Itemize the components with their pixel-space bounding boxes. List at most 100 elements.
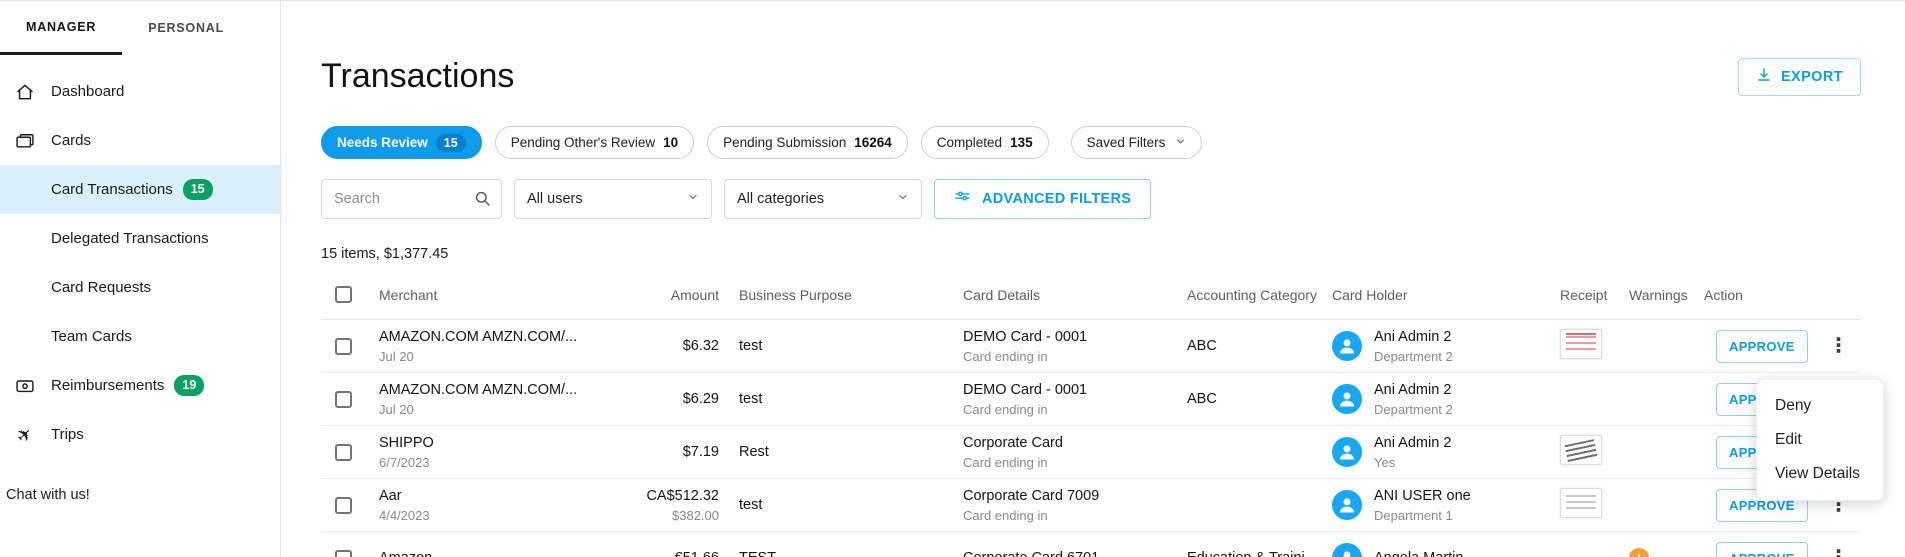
- amount: $7.19: [682, 443, 719, 460]
- transaction-row[interactable]: Amazon €51.66 TEST... Corporate Card 670…: [321, 532, 1861, 557]
- column-header-receipt: Receipt: [1560, 286, 1608, 303]
- kebab-menu-icon[interactable]: [1826, 336, 1852, 356]
- categories-dropdown[interactable]: All categories: [724, 179, 922, 219]
- sidebar-item-card-transactions[interactable]: Card Transactions 15: [0, 165, 280, 214]
- pill-label: Needs Review: [337, 135, 428, 150]
- amount: $6.29: [682, 390, 719, 407]
- transaction-date: 4/4/2023: [379, 507, 430, 523]
- filter-pill-pending-submission[interactable]: Pending Submission 16264: [707, 126, 908, 159]
- page-header: Transactions EXPORT: [321, 57, 1861, 96]
- advanced-filters-button[interactable]: ADVANCED FILTERS: [934, 179, 1152, 219]
- card-holder-name: Angela Martin: [1374, 549, 1463, 557]
- column-header-amount: Amount: [670, 286, 719, 303]
- card-detail-sub: Card ending in: [963, 348, 1048, 364]
- app-window: MANAGER PERSONAL Dashboard Cards Card Tr…: [0, 0, 1905, 557]
- card-holder-name: ANI USER one: [1374, 487, 1471, 504]
- row-checkbox[interactable]: [335, 496, 352, 514]
- menu-item-edit[interactable]: Edit: [1757, 423, 1883, 457]
- sliders-filter-icon: [954, 189, 971, 210]
- business-purpose: test: [739, 391, 763, 407]
- filter-pill-needs-review[interactable]: Needs Review 15: [321, 126, 482, 159]
- avatar: [1332, 384, 1362, 414]
- sidebar-item-label: Delegated Transactions: [51, 230, 209, 247]
- row-checkbox[interactable]: [335, 443, 352, 461]
- airplane-icon: ✈: [12, 422, 38, 447]
- accounting-category: Education & Traini...: [1187, 550, 1332, 557]
- receipt-thumbnail[interactable]: [1560, 329, 1602, 359]
- transaction-row[interactable]: AMAZON.COM AMZN.COM/... Jul 20 $6.29 tes…: [321, 373, 1861, 426]
- row-checkbox[interactable]: [335, 337, 352, 355]
- filter-pill-completed[interactable]: Completed 135: [920, 126, 1049, 159]
- export-label: EXPORT: [1780, 68, 1843, 85]
- chevron-down-icon: [897, 191, 909, 207]
- menu-item-view-details[interactable]: View Details: [1757, 457, 1883, 491]
- pill-label: Pending Submission: [723, 135, 847, 150]
- cards-icon: [13, 131, 37, 151]
- users-dropdown[interactable]: All users: [514, 179, 712, 219]
- sidebar-item-dashboard[interactable]: Dashboard: [0, 67, 280, 116]
- business-purpose: Rest: [739, 444, 769, 460]
- sidebar-item-card-requests[interactable]: Card Requests: [0, 263, 280, 312]
- transaction-date: Jul 20: [379, 348, 414, 364]
- chevron-down-icon: [687, 191, 699, 207]
- sidebar-item-cards[interactable]: Cards: [0, 116, 280, 165]
- tab-personal-label: PERSONAL: [148, 21, 225, 35]
- tab-personal[interactable]: PERSONAL: [122, 1, 250, 55]
- pill-label: Completed: [936, 135, 1003, 150]
- sidebar-nav: Dashboard Cards Card Transactions 15 Del…: [0, 67, 280, 459]
- sidebar-item-team-cards[interactable]: Team Cards: [0, 312, 280, 361]
- sidebar-item-label: Card Transactions: [51, 181, 173, 198]
- tab-manager[interactable]: MANAGER: [0, 1, 123, 55]
- column-header-card-holder: Card Holder: [1332, 286, 1408, 303]
- transaction-date: Jul 20: [379, 401, 414, 417]
- sidebar-item-label: Team Cards: [51, 328, 132, 345]
- search-icon: [473, 189, 492, 213]
- card-name: DEMO Card - 0001: [963, 328, 1088, 345]
- reimbursements-icon: [13, 376, 37, 396]
- table-header-row: Merchant Amount Business Purpose Card De…: [321, 286, 1861, 320]
- accounting-category: ABC: [1187, 338, 1217, 354]
- merchant-name: Aar: [379, 487, 402, 504]
- avatar: [1332, 490, 1362, 520]
- saved-filters-dropdown[interactable]: Saved Filters: [1070, 126, 1203, 159]
- transaction-row[interactable]: AMAZON.COM AMZN.COM/... Jul 20 $6.32 tes…: [321, 320, 1861, 373]
- warning-icon[interactable]: [1629, 548, 1649, 557]
- row-checkbox[interactable]: [335, 390, 352, 408]
- filter-pill-pending-others-review[interactable]: Pending Other's Review 10: [494, 126, 695, 159]
- card-holder-name: Ani Admin 2: [1374, 381, 1452, 398]
- card-detail-sub: Card ending in: [963, 507, 1048, 523]
- row-checkbox[interactable]: [335, 549, 352, 557]
- approve-button[interactable]: APPROVE: [1716, 541, 1808, 557]
- merchant-name: Amazon: [379, 549, 599, 557]
- transaction-date: 6/7/2023: [379, 454, 430, 470]
- column-header-merchant: Merchant: [379, 286, 438, 303]
- chat-widget[interactable]: Chat with us!: [6, 487, 90, 503]
- export-button[interactable]: EXPORT: [1737, 57, 1861, 96]
- receipt-thumbnail[interactable]: [1560, 488, 1602, 518]
- download-icon: [1756, 67, 1772, 87]
- card-holder-name: Ani Admin 2: [1374, 328, 1452, 345]
- sidebar-item-delegated-transactions[interactable]: Delegated Transactions: [0, 214, 280, 263]
- transaction-row[interactable]: SHIPPO 6/7/2023 $7.19 Rest Corporate Car…: [321, 426, 1861, 479]
- chevron-down-icon: [1175, 135, 1186, 150]
- sidebar-item-reimbursements[interactable]: Reimbursements 19: [0, 361, 280, 410]
- sidebar-item-label: Cards: [51, 132, 92, 149]
- select-all-checkbox[interactable]: [335, 286, 352, 303]
- receipt-thumbnail[interactable]: [1560, 435, 1602, 465]
- card-name: DEMO Card - 0001: [963, 381, 1088, 398]
- transaction-row[interactable]: Aar 4/4/2023 CA$512.32 $382.00 test Corp…: [321, 479, 1861, 532]
- menu-item-deny[interactable]: Deny: [1757, 389, 1883, 423]
- kebab-menu-icon[interactable]: [1826, 548, 1852, 557]
- sidebar-item-trips[interactable]: ✈ Trips: [0, 410, 280, 459]
- transactions-table: Merchant Amount Business Purpose Card De…: [321, 286, 1861, 557]
- merchant-name: SHIPPO: [379, 434, 434, 451]
- card-name: Corporate Card: [963, 434, 1063, 451]
- card-holder-department: Yes: [1374, 454, 1396, 470]
- amount: €51.66: [599, 549, 719, 557]
- approve-button[interactable]: APPROVE: [1716, 329, 1808, 363]
- pill-count-badge: 15: [435, 133, 466, 152]
- advanced-filters-label: ADVANCED FILTERS: [982, 191, 1132, 207]
- business-purpose: test: [739, 338, 763, 354]
- sidebar-tabs: MANAGER PERSONAL: [0, 1, 280, 55]
- avatar: [1332, 437, 1362, 467]
